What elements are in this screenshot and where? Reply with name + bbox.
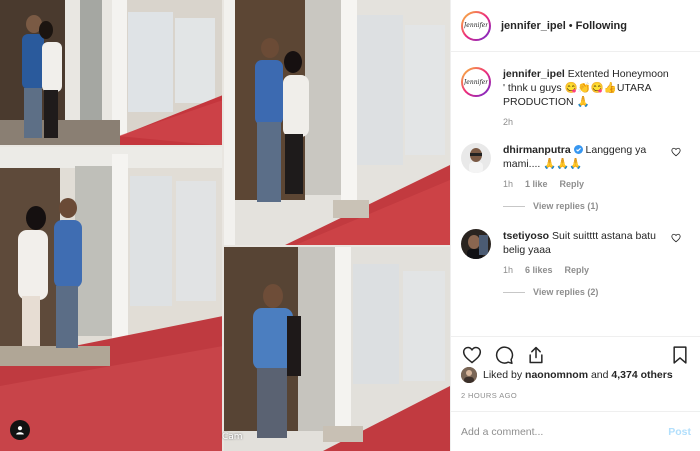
add-comment-bar: Post bbox=[451, 411, 700, 451]
bookmark-icon bbox=[673, 345, 687, 364]
comment-username[interactable]: tsetiyoso bbox=[503, 230, 549, 242]
caption-time[interactable]: 2h bbox=[503, 117, 513, 127]
photo-divider bbox=[223, 245, 450, 247]
photo-panel-1 bbox=[0, 0, 223, 146]
comments-list[interactable]: Jennifer jennifer_ipel Extented Honeymoo… bbox=[451, 53, 700, 335]
comment-button[interactable] bbox=[493, 344, 515, 366]
view-replies-link[interactable]: View replies (2) bbox=[503, 287, 691, 297]
divider bbox=[503, 291, 525, 293]
heart-icon[interactable] bbox=[671, 147, 681, 157]
comment-username[interactable]: dhirmanputra bbox=[503, 144, 571, 156]
heart-icon bbox=[462, 346, 482, 363]
avatar[interactable]: Jennifer bbox=[461, 10, 491, 41]
liked-by-user-link[interactable]: naonomnom bbox=[525, 369, 588, 381]
view-replies-link[interactable]: View replies (1) bbox=[503, 201, 691, 211]
caption-username[interactable]: jennifer_ipel bbox=[503, 68, 565, 80]
save-button[interactable] bbox=[669, 344, 691, 366]
heart-icon[interactable] bbox=[671, 233, 681, 243]
avatar[interactable] bbox=[461, 143, 491, 173]
like-button[interactable] bbox=[461, 344, 483, 366]
avatar[interactable]: Jennifer bbox=[461, 67, 491, 97]
post-sidebar: Jennifer jennifer_ipel • Following Jennife… bbox=[450, 0, 700, 451]
comment-time[interactable]: 1h bbox=[503, 179, 513, 189]
likes-connector: and bbox=[590, 369, 609, 381]
avatar[interactable] bbox=[461, 229, 491, 259]
likes-count-link[interactable]: 4,374 others bbox=[611, 369, 672, 381]
username-link[interactable]: jennifer_ipel bbox=[501, 20, 566, 32]
share-icon bbox=[529, 346, 543, 363]
post-timestamp[interactable]: 2 HOURS AGO bbox=[461, 391, 517, 400]
likes-prefix: Liked by bbox=[483, 369, 523, 381]
share-button[interactable] bbox=[525, 344, 547, 366]
photo-panel-3 bbox=[0, 146, 223, 451]
photo-watermark: Cam bbox=[222, 432, 243, 442]
separator: • bbox=[568, 19, 573, 32]
view-replies-label: View replies (1) bbox=[533, 201, 599, 211]
action-bar bbox=[451, 336, 700, 366]
likes-summary: Liked by naonomnom and 4,374 others bbox=[461, 367, 673, 383]
caption: Jennifer jennifer_ipel Extented Honeymoo… bbox=[461, 67, 691, 127]
reply-button[interactable]: Reply bbox=[565, 265, 590, 275]
comment-item: tsetiyoso Suit suitttt astana batu belig… bbox=[461, 229, 691, 275]
comment-likes[interactable]: 6 likes bbox=[525, 265, 553, 275]
photo-panel-2 bbox=[223, 0, 450, 246]
post-header: Jennifer jennifer_ipel • Following bbox=[451, 0, 700, 52]
post-photo[interactable]: Cam bbox=[0, 0, 450, 451]
post-button[interactable]: Post bbox=[668, 426, 691, 438]
divider bbox=[503, 205, 525, 207]
view-replies-label: View replies (2) bbox=[533, 287, 599, 297]
comment-item: dhirmanputra Langgeng ya mami.... 🙏🙏🙏 1h… bbox=[461, 143, 691, 189]
photo-divider bbox=[222, 0, 224, 451]
following-button[interactable]: Following bbox=[576, 20, 627, 32]
person-icon[interactable] bbox=[10, 420, 30, 440]
photo-divider bbox=[0, 145, 223, 147]
comment-time[interactable]: 1h bbox=[503, 265, 513, 275]
reply-button[interactable]: Reply bbox=[560, 179, 585, 189]
avatar-logo-text: Jennifer bbox=[463, 78, 489, 86]
verified-badge-icon bbox=[573, 145, 583, 154]
comment-likes[interactable]: 1 like bbox=[525, 179, 548, 189]
avatar-logo-text: Jennifer bbox=[463, 22, 489, 29]
comment-input[interactable] bbox=[461, 425, 669, 438]
photo-panel-4 bbox=[223, 246, 450, 451]
avatar[interactable] bbox=[461, 367, 477, 383]
comment-icon bbox=[495, 346, 514, 364]
